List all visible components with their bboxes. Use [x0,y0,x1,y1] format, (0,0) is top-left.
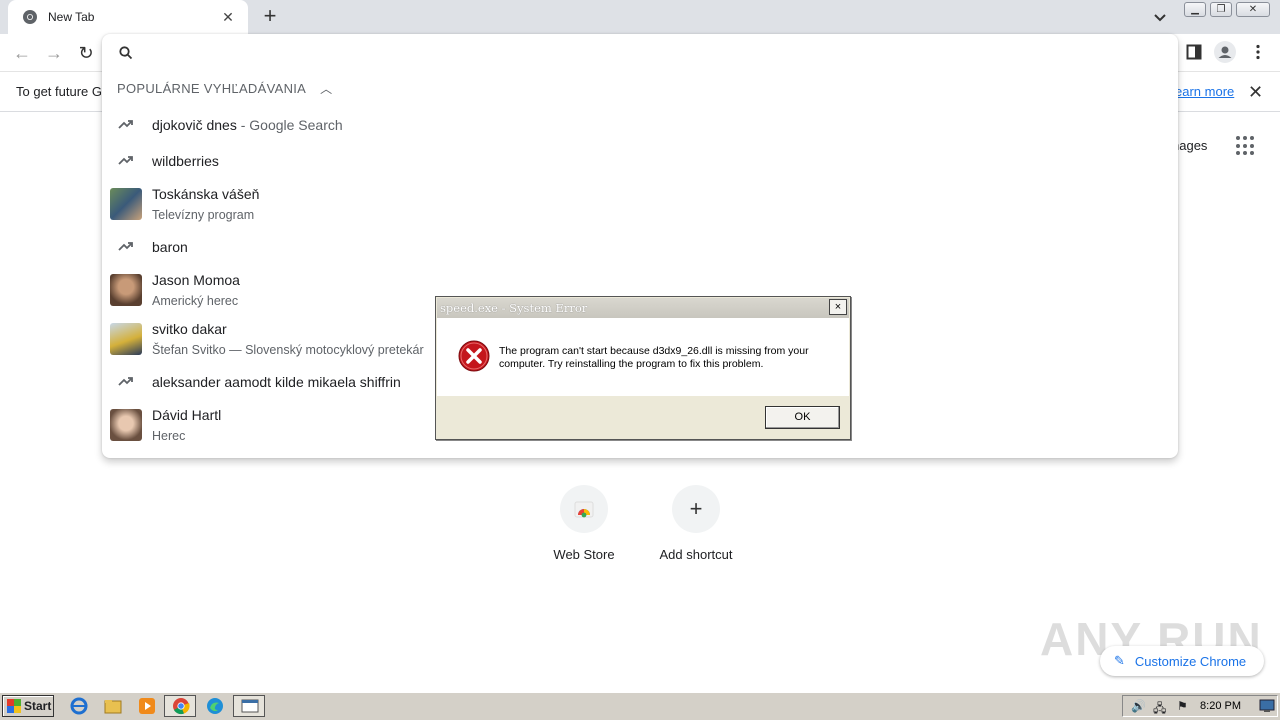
suggestion-text: Toskánska vášeň [152,186,260,202]
suggestion-suffix: - Google Search [236,117,343,133]
info-bar-close-icon[interactable]: ✕ [1248,82,1263,103]
suggestion-row[interactable]: baron [102,232,442,262]
system-tray: 🔊 🖧 ⚑ 8:20 PM [1122,695,1278,717]
tab-new-tab[interactable]: New Tab ✕ [8,0,248,34]
ie-icon[interactable] [70,697,88,715]
learn-more-link[interactable]: earn more [1175,84,1234,99]
start-label: Start [24,699,52,713]
omnibox-input[interactable] [140,40,1140,64]
shortcut-label: Add shortcut [659,547,733,562]
shortcut-add[interactable]: + Add shortcut [646,485,746,562]
shortcut-web-store[interactable]: Web Store [534,485,634,562]
reload-icon[interactable]: ↻ [74,42,98,66]
new-tab-button[interactable]: + [258,4,282,28]
suggestion-subtitle: Americký herec [152,294,239,308]
customize-label: Customize Chrome [1134,653,1247,669]
trending-up-icon [118,117,134,133]
entity-thumbnail [110,274,142,306]
clock[interactable]: 8:20 PM [1200,700,1241,712]
suggestion-text: Jason Momoa [152,272,240,288]
edge-icon[interactable] [206,697,224,715]
suggestion-row[interactable]: Toskánska vášeň Televízny program [102,186,442,222]
suggestion-row[interactable]: Dávid Hartl Herec [102,407,442,443]
suggestion-row[interactable]: svitko dakar Štefan Svitko — Slovenský m… [102,321,432,357]
dialog-message: The program can't start because d3dx9_26… [499,345,809,370]
suggestion-subtitle: Štefan Svitko — Slovenský motocyklový pr… [152,343,424,357]
chrome-icon [172,697,190,715]
plus-icon: + [672,485,720,533]
trending-up-icon [118,239,134,255]
section-header-label: POPULÁRNE VYHĽADÁVANIA [117,81,307,96]
start-button[interactable]: Start [2,695,54,717]
suggestion-text: Dávid Hartl [152,407,222,423]
window-app-icon [241,698,259,714]
chrome-icon [22,9,38,25]
taskbar-app-button[interactable] [233,695,265,717]
entity-thumbnail [110,188,142,220]
info-bar-text: To get future G [16,84,102,99]
customize-chrome-button[interactable]: ✎ Customize Chrome [1100,646,1264,676]
suggestion-row[interactable]: Jason Momoa Americký herec [102,272,442,308]
show-desktop-icon[interactable] [1259,699,1275,713]
entity-thumbnail [110,323,142,355]
tab-title: New Tab [48,10,95,24]
suggestion-subtitle: Televízny program [152,208,255,222]
dialog-close-button[interactable]: × [829,299,847,315]
profile-avatar-icon[interactable] [1214,41,1236,63]
flag-notification-icon[interactable]: ⚑ [1177,699,1188,713]
window-close-button[interactable]: ✕ [1236,2,1270,17]
menu-kebab-icon[interactable] [1252,44,1264,60]
side-panel-icon[interactable] [1186,44,1202,60]
shortcut-label: Web Store [553,547,615,562]
taskbar-chrome-button[interactable] [164,695,196,717]
suggestion-row[interactable]: aleksander aamodt kilde mikaela shiffrin [102,367,442,397]
entity-thumbnail [110,409,142,441]
error-icon [458,340,490,372]
suggestion-row[interactable]: djokovič dnes - Google Search [102,110,442,140]
search-icon [118,45,134,61]
maximize-button[interactable]: ❐ [1210,2,1232,17]
explorer-folder-icon[interactable] [104,697,122,715]
volume-icon[interactable]: 🔊 [1131,699,1146,713]
trending-up-icon [118,153,134,169]
minimize-button[interactable]: ▁ [1184,2,1206,17]
pencil-icon: ✎ [1114,653,1125,668]
back-arrow-icon[interactable]: ← [10,42,34,66]
forward-arrow-icon[interactable]: → [42,42,66,66]
trending-section-header[interactable]: POPULÁRNE VYHĽADÁVANIA ︿ [117,80,332,97]
suggestion-subtitle: Herec [152,429,186,443]
suggestion-text: baron [152,239,188,255]
chevron-up-icon[interactable]: ︿ [320,80,332,97]
tab-search-icon[interactable] [1150,7,1170,27]
trending-up-icon [118,374,134,390]
suggestion-text: wildberries [152,153,219,169]
google-apps-icon[interactable] [1236,136,1256,156]
suggestion-text: djokovič dnes [152,117,237,133]
tab-close-icon[interactable]: ✕ [220,9,236,25]
suggestion-text: aleksander aamodt kilde mikaela shiffrin [152,374,401,390]
suggestion-text: svitko dakar [152,321,227,337]
windows-flag-icon [7,699,21,713]
suggestion-row[interactable]: wildberries [102,146,442,176]
web-store-icon [560,485,608,533]
network-icon[interactable]: 🖧 [1153,699,1166,720]
media-player-icon[interactable] [138,697,156,715]
ok-button[interactable]: OK [765,406,840,429]
dialog-title[interactable]: speed.exe - System Error [437,298,849,318]
